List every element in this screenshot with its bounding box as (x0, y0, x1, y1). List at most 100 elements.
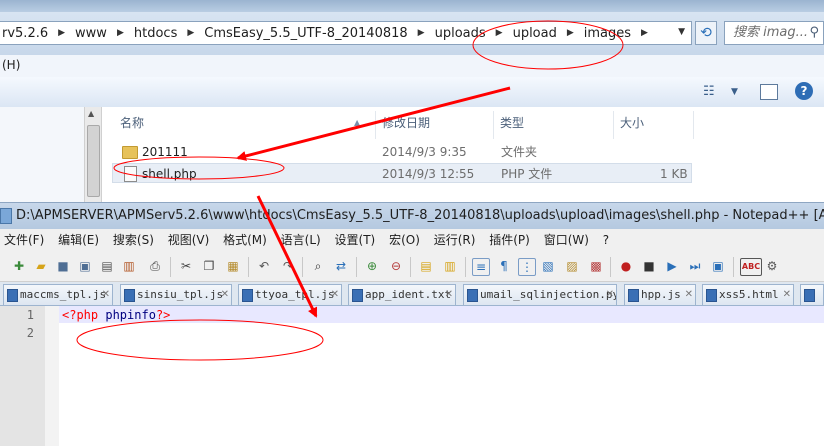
zoom-out-icon[interactable]: ⊖ (388, 258, 404, 274)
breadcrumb-separator-icon[interactable]: ▶ (563, 28, 582, 38)
menu-file[interactable]: 文件(F) (4, 229, 44, 252)
breadcrumb-item[interactable]: CmsEasy_5.5_UTF-8_20140818 (202, 26, 413, 41)
tab-file[interactable]: app_ident.txt ✕ (348, 284, 456, 305)
file-tab-icon (7, 289, 18, 302)
explorer-address-row: rv5.2.6 ▶ www ▶ htdocs ▶ CmsEasy_5.5_UTF-8_… (0, 12, 824, 55)
run-macro-multiple-icon[interactable]: ⏭ (687, 258, 703, 274)
breadcrumb-item-current[interactable]: images (582, 26, 637, 41)
zoom-in-icon[interactable]: ⊕ (364, 258, 380, 274)
copy-icon[interactable]: ❐ (201, 258, 217, 274)
column-header-modified[interactable]: 修改日期 (376, 111, 494, 139)
breadcrumb-separator-icon[interactable]: ▶ (113, 28, 132, 38)
menu-settings[interactable]: 设置(T) (335, 229, 376, 252)
show-all-chars-icon[interactable]: ¶ (496, 258, 512, 274)
replace-icon[interactable]: ⇄ (333, 258, 349, 274)
search-icon[interactable]: ⚲ (809, 22, 819, 44)
address-bar[interactable]: rv5.2.6 ▶ www ▶ htdocs ▶ CmsEasy_5.5_UTF-8_… (0, 21, 692, 45)
menu-plugins[interactable]: 插件(P) (489, 229, 530, 252)
scroll-up-icon[interactable]: ▲ (88, 109, 94, 118)
folder-as-workspace-icon[interactable]: ▩ (588, 258, 604, 274)
column-header-type[interactable]: 类型 (494, 111, 614, 139)
spell-check-icon[interactable]: ABC (740, 258, 762, 276)
menu-search[interactable]: 搜索(S) (113, 229, 154, 252)
tab-close-icon[interactable]: ✕ (606, 285, 614, 305)
menu-macro[interactable]: 宏(O) (389, 229, 420, 252)
stop-macro-icon[interactable]: ■ (641, 258, 657, 274)
breadcrumb-item[interactable]: uploads (433, 26, 492, 41)
new-file-icon[interactable]: ✚ (11, 258, 27, 274)
code-editor[interactable]: 1 2 <?php phpinfo?> (0, 306, 824, 446)
sync-horizontal-icon[interactable]: ▥ (442, 258, 458, 274)
tab-file[interactable]: ttyoa_tpl.js ✕ (238, 284, 342, 305)
breadcrumb-separator-icon[interactable]: ▶ (637, 28, 656, 38)
breadcrumb-item[interactable]: htdocs (132, 26, 183, 41)
function-list-icon[interactable]: ▨ (564, 258, 580, 274)
file-row-selected[interactable]: shell.php 2014/9/3 12:55 PHP 文件 1 KB (112, 163, 692, 183)
breadcrumb-separator-icon[interactable]: ▶ (54, 28, 73, 38)
address-history-dropdown-icon[interactable]: ▼ (678, 27, 685, 37)
column-header-name[interactable]: 名称 ▲ (114, 111, 376, 139)
menu-help[interactable]: (H) (2, 58, 20, 72)
tab-close-icon[interactable]: ✕ (221, 285, 229, 305)
print-icon[interactable]: ⎙ (147, 258, 163, 274)
tab-close-icon[interactable]: ✕ (445, 285, 453, 305)
tab-close-icon[interactable]: ✕ (685, 285, 693, 305)
breadcrumb-separator-icon[interactable]: ▶ (183, 28, 202, 38)
play-macro-icon[interactable]: ▶ (664, 258, 680, 274)
close-file-icon[interactable]: ▤ (99, 258, 115, 274)
help-icon[interactable]: ? (795, 82, 813, 100)
breadcrumb-item[interactable]: www (73, 26, 113, 41)
save-all-icon[interactable]: ▣ (77, 258, 93, 274)
tab-close-icon[interactable]: ✕ (102, 285, 110, 305)
spell-options-icon[interactable]: ⚙ (764, 258, 780, 274)
menu-view[interactable]: 视图(V) (168, 229, 210, 252)
tab-close-icon[interactable]: ✕ (331, 285, 339, 305)
menu-run[interactable]: 运行(R) (434, 229, 476, 252)
sync-vertical-icon[interactable]: ▤ (418, 258, 434, 274)
column-header-size[interactable]: 大小 (614, 111, 694, 139)
menu-help[interactable]: ? (603, 229, 609, 252)
indent-guide-icon[interactable]: ⋮ (518, 258, 536, 276)
tab-file[interactable]: hpp.js ✕ (624, 284, 696, 305)
cut-icon[interactable]: ✂ (178, 258, 194, 274)
breadcrumb-separator-icon[interactable]: ▶ (492, 28, 511, 38)
view-dropdown-icon[interactable]: ▼ (731, 83, 738, 101)
breadcrumb-item[interactable]: upload (511, 26, 563, 41)
tab-file[interactable]: sinsiu_tpl.js ✕ (120, 284, 232, 305)
tab-file-partial[interactable] (800, 284, 824, 305)
explorer-command-bar: ☷ ▼ ? (0, 77, 824, 108)
tab-file[interactable]: xss5.html ✕ (702, 284, 794, 305)
column-label: 类型 (500, 116, 525, 130)
menu-edit[interactable]: 编辑(E) (58, 229, 99, 252)
undo-icon[interactable]: ↶ (256, 258, 272, 274)
file-row[interactable]: 201111 2014/9/3 9:35 文件夹 (112, 142, 692, 162)
breadcrumb-item[interactable]: rv5.2.6 (0, 26, 54, 41)
code-line-1[interactable]: <?php phpinfo?> (62, 308, 170, 322)
menu-format[interactable]: 格式(M) (223, 229, 267, 252)
file-name: 201111 (142, 145, 188, 159)
doc-map-icon[interactable]: ▧ (540, 258, 556, 274)
save-icon[interactable]: ■ (55, 258, 71, 274)
view-options-icon[interactable]: ☷ (703, 83, 715, 101)
notepad-tab-bar: maccms_tpl.js ✕ sinsiu_tpl.js ✕ ttyoa_tpl.… (0, 282, 824, 306)
close-all-icon[interactable]: ▥ (121, 258, 137, 274)
find-icon[interactable]: ⌕ (310, 258, 326, 274)
word-wrap-icon[interactable]: ≡ (472, 258, 490, 276)
navigation-scrollbar[interactable]: ▲ (84, 107, 102, 202)
refresh-button[interactable]: ⟲ (695, 21, 717, 45)
open-file-icon[interactable]: ▰ (33, 258, 49, 274)
redo-icon[interactable]: ↷ (280, 258, 296, 274)
record-macro-icon[interactable]: ● (618, 258, 634, 274)
tab-close-icon[interactable]: ✕ (783, 285, 791, 305)
tab-file[interactable]: umail_sqlinjection.py ✕ (463, 284, 617, 305)
search-input[interactable]: 搜索 imag... ⚲ (724, 21, 824, 45)
notepad-toolbar: ✚ ▰ ■ ▣ ▤ ▥ ⎙ ✂ ❐ ▦ ↶ ↷ ⌕ ⇄ ⊕ ⊖ ▤ ▥ ≡ ¶ … (0, 252, 824, 282)
breadcrumb-separator-icon[interactable]: ▶ (414, 28, 433, 38)
paste-icon[interactable]: ▦ (225, 258, 241, 274)
save-macro-icon[interactable]: ▣ (710, 258, 726, 274)
tab-file[interactable]: maccms_tpl.js ✕ (3, 284, 113, 305)
menu-window[interactable]: 窗口(W) (544, 229, 589, 252)
scrollbar-thumb[interactable] (87, 125, 100, 197)
preview-pane-icon[interactable] (760, 84, 778, 100)
menu-language[interactable]: 语言(L) (281, 229, 321, 252)
